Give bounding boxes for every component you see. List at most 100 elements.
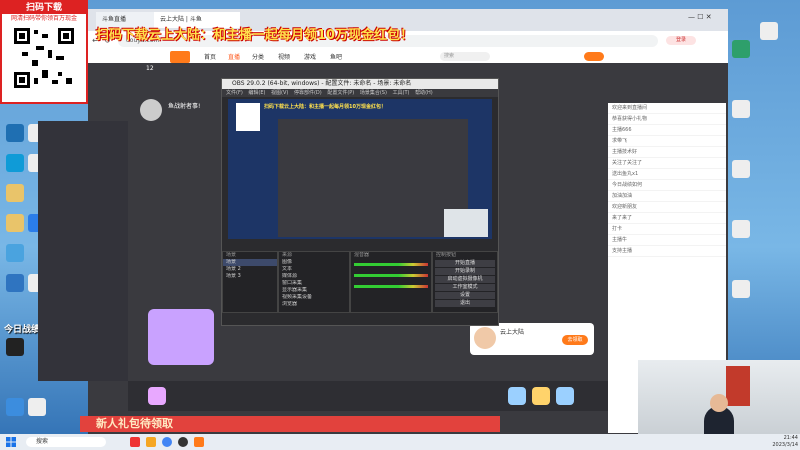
- game-avatar: [474, 327, 496, 349]
- taskbar: 搜索 21:44 2023/3/14: [0, 434, 800, 450]
- nav-live[interactable]: 直播: [228, 52, 240, 61]
- streamer-name: 鱼战射者事!: [168, 103, 201, 110]
- sources-dock: 来源 图像 文本 媒体源 窗口采集 显示器采集 视频采集设备 浏览器: [278, 251, 350, 313]
- nav-game[interactable]: 游戏: [304, 52, 316, 61]
- obs-title: OBS 29.0.2 (64-bit, windows) - 配置文件: 未命名…: [222, 79, 498, 89]
- file-icon[interactable]: [760, 22, 778, 40]
- game-card[interactable]: 云上大陆 去领取: [470, 323, 594, 355]
- edge-icon[interactable]: [6, 154, 24, 172]
- source-item[interactable]: 视频采集设备: [279, 294, 349, 301]
- obs-icon[interactable]: [178, 437, 188, 447]
- taskbar-app-icon[interactable]: [146, 437, 156, 447]
- obs-menu-profile[interactable]: 配置文件(P): [327, 90, 354, 96]
- nav-category[interactable]: 分类: [252, 52, 264, 61]
- file-icon[interactable]: [732, 220, 750, 238]
- qr-overlay: 扫码下载 网清扫码带你领百万现金: [0, 0, 88, 104]
- app-icon[interactable]: [732, 40, 750, 58]
- windows-start-icon[interactable]: [6, 437, 16, 447]
- taskbar-clock: 21:44 2023/3/14: [758, 435, 798, 449]
- gift-icon[interactable]: [508, 387, 526, 405]
- start-recording-button[interactable]: 开始录制: [435, 268, 495, 275]
- gift-promo-image[interactable]: [148, 309, 214, 365]
- site-search-input[interactable]: 搜索: [440, 52, 490, 61]
- source-item[interactable]: 图像: [279, 259, 349, 266]
- feishu-icon[interactable]: [6, 398, 24, 416]
- obs-menu-view[interactable]: 视图(V): [271, 90, 288, 96]
- file-icon[interactable]: [28, 398, 46, 416]
- studio-mode-button[interactable]: 工作室模式: [435, 284, 495, 291]
- app-icon[interactable]: [6, 244, 24, 262]
- gift-icon[interactable]: [148, 387, 166, 405]
- sources-dock-title: 来源: [282, 252, 293, 258]
- douyu-logo[interactable]: [170, 51, 190, 63]
- obs-preview[interactable]: 扫码下载云上大陆：和主播一起每月领10万现金红包！: [228, 99, 492, 239]
- source-item[interactable]: 浏览器: [279, 301, 349, 308]
- gift-icon[interactable]: [556, 387, 574, 405]
- audio-meter: [354, 285, 428, 288]
- chat-message: 来了来了: [608, 213, 726, 224]
- app-icon[interactable]: [6, 274, 24, 292]
- scenes-dock: 场景 场景 场景 2 场景 3: [222, 251, 278, 313]
- source-item[interactable]: 文本: [279, 266, 349, 273]
- audio-meter: [354, 263, 428, 266]
- exit-button[interactable]: 退出: [435, 300, 495, 307]
- nav-home[interactable]: 首页: [204, 52, 216, 61]
- person-face: [710, 394, 728, 412]
- window-controls[interactable]: — ☐ ✕: [688, 13, 712, 21]
- streamer-avatar[interactable]: [140, 99, 162, 121]
- obs-menu-file[interactable]: 文件(F): [226, 90, 243, 96]
- obs-menu-scene-collection[interactable]: 场景集合(S): [360, 90, 387, 96]
- start-streaming-button[interactable]: 开始直播: [435, 260, 495, 267]
- login-button[interactable]: 登录: [666, 36, 696, 45]
- qr-subtitle: 网清扫码带你领百万现金: [10, 15, 77, 22]
- file-icon[interactable]: [732, 280, 750, 298]
- preview-webcam: [444, 209, 488, 237]
- taskbar-app-icon[interactable]: [130, 437, 140, 447]
- file-icon[interactable]: [732, 160, 750, 178]
- scene-item[interactable]: 场景 3: [223, 273, 277, 280]
- chat-message: 主播666: [608, 125, 726, 136]
- settings-button[interactable]: 设置: [435, 292, 495, 299]
- chrome-icon[interactable]: [162, 437, 172, 447]
- scene-item[interactable]: 场景: [223, 259, 277, 266]
- nav-yuba[interactable]: 鱼吧: [330, 52, 342, 61]
- nav-video[interactable]: 视频: [278, 52, 290, 61]
- chat-message: 支持主播: [608, 246, 726, 257]
- gift-icon[interactable]: [532, 387, 550, 405]
- clock-date: 2023/3/14: [772, 442, 798, 448]
- chat-message: 主播牛: [608, 235, 726, 246]
- new-user-gift-banner[interactable]: 新人礼包待领取: [80, 416, 500, 432]
- chat-message: 欢迎来到直播间: [608, 103, 726, 114]
- folder-icon[interactable]: [6, 214, 24, 232]
- virtual-camera-button[interactable]: 启动虚拟摄像机: [435, 276, 495, 283]
- chat-message: 关注了关注了: [608, 158, 726, 169]
- source-item[interactable]: 窗口采集: [279, 280, 349, 287]
- obs-menu-edit[interactable]: 编辑(E): [248, 90, 265, 96]
- qr-title: 扫码下载: [2, 2, 86, 14]
- room-list-panel: [38, 121, 128, 381]
- obs-menu-docks[interactable]: 停靠部件(D): [294, 90, 322, 96]
- live-button[interactable]: [584, 52, 604, 61]
- clock-time: 21:44: [783, 435, 798, 441]
- source-item[interactable]: 媒体源: [279, 273, 349, 280]
- scene-item[interactable]: 场景 2: [223, 266, 277, 273]
- source-item[interactable]: 显示器采集: [279, 287, 349, 294]
- follow-count: 12: [146, 65, 154, 72]
- webcam-feed: [638, 360, 800, 436]
- obs-menu-tools[interactable]: 工具(T): [393, 90, 410, 96]
- controls-dock: 控制按钮 开始直播 开始录制 启动虚拟摄像机 工作室模式 设置 退出: [432, 251, 498, 313]
- desktop-icon[interactable]: [6, 124, 24, 142]
- chat-message: 打卡: [608, 224, 726, 235]
- app-icon[interactable]: [6, 338, 24, 356]
- folder-icon[interactable]: [6, 184, 24, 202]
- douyu-icon[interactable]: [194, 437, 204, 447]
- mixer-dock: 混音器: [350, 251, 432, 313]
- file-icon[interactable]: [732, 100, 750, 118]
- taskbar-search[interactable]: 搜索: [26, 437, 106, 447]
- chat-message: 送出鱼丸x1: [608, 169, 726, 180]
- site-header: 首页 直播 分类 视频 游戏 鱼吧 搜索: [88, 51, 728, 63]
- controls-dock-title: 控制按钮: [436, 252, 457, 258]
- obs-menu-help[interactable]: 帮助(H): [415, 90, 433, 96]
- game-get-button[interactable]: 去领取: [562, 335, 588, 345]
- promo-banner-text: 扫码下载云上大陆：和主播一起每月领10万现金红包！: [96, 28, 414, 43]
